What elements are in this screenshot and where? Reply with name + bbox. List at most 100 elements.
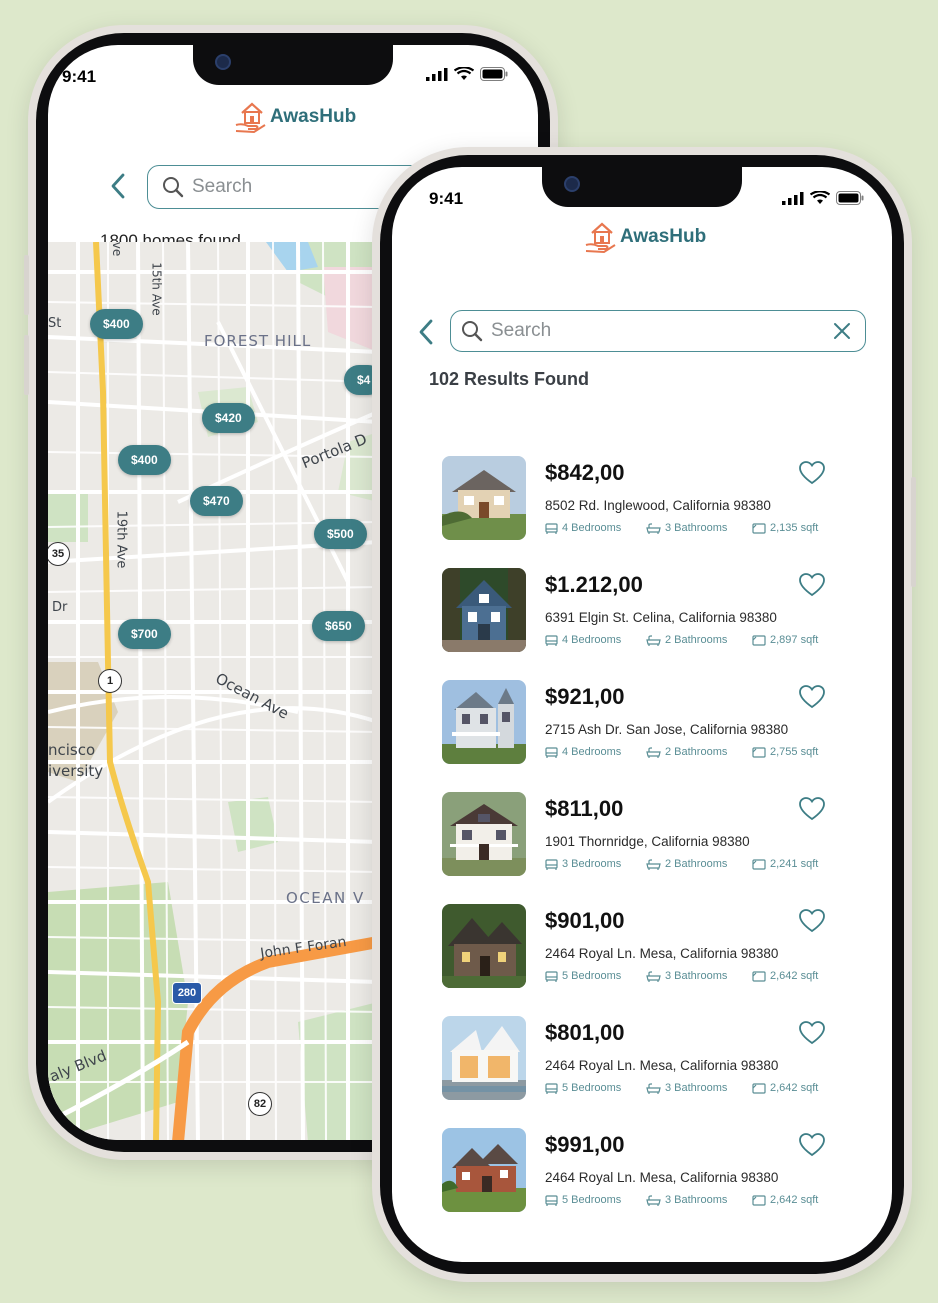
status-time: 9:41	[62, 67, 97, 86]
house-blue-cottage-photo[interactable]	[442, 568, 526, 652]
bathtub-icon	[646, 746, 661, 758]
house-craftsman-photo[interactable]	[442, 456, 526, 540]
listing-address: 1901 Thornridge, California 98380	[545, 834, 750, 849]
listing-card[interactable]: $921,00 2715 Ash Dr. San Jose, Californi…	[442, 680, 842, 770]
phone-side-button	[911, 477, 916, 587]
area-icon	[752, 1082, 766, 1094]
listing-card[interactable]: $901,00 2464 Royal Ln. Mesa, California …	[442, 904, 842, 994]
listing-card[interactable]: $1.212,00 6391 Elgin St. Celina, Califor…	[442, 568, 842, 658]
listing-features: 4 Bedrooms 2 Bathrooms 2,897 sqft	[545, 634, 818, 646]
listing-address: 2464 Royal Ln. Mesa, California 98380	[545, 1170, 779, 1185]
bathrooms-count: 2 Bathrooms	[665, 858, 728, 870]
house-victorian-photo[interactable]	[442, 680, 526, 764]
search-input[interactable]: Search	[450, 310, 866, 352]
bedrooms-count: 4 Bedrooms	[562, 746, 622, 758]
listing-card[interactable]: $801,00 2464 Royal Ln. Mesa, California …	[442, 1016, 842, 1106]
listing-card[interactable]: $842,00 8502 Rd. Inglewood, California 9…	[442, 456, 842, 546]
favorite-heart-icon[interactable]	[798, 1020, 826, 1046]
bedrooms-count: 5 Bedrooms	[562, 1194, 622, 1206]
notch	[542, 167, 742, 207]
wifi-icon	[454, 67, 474, 80]
area-icon	[752, 634, 766, 646]
listing-features: 5 Bedrooms 3 Bathrooms 2,642 sqft	[545, 970, 818, 982]
brand-name: AwasHub	[270, 106, 357, 127]
phone-list-view: 9:41 AwasHub Search 102 Results Found $8	[372, 147, 916, 1282]
listing-features: 3 Bedrooms 2 Bathrooms 2,241 sqft	[545, 858, 818, 870]
listing-features: 4 Bedrooms 3 Bathrooms 2,135 sqft	[545, 522, 818, 534]
status-time: 9:41	[429, 189, 464, 208]
favorite-heart-icon[interactable]	[798, 684, 826, 710]
place-label: iversity	[48, 762, 104, 780]
bathtub-icon	[646, 858, 661, 870]
listing-price: $921,00	[545, 684, 625, 709]
bed-icon	[545, 634, 558, 646]
back-arrow-icon[interactable]	[418, 319, 434, 345]
list-screen: 9:41 AwasHub Search 102 Results Found $8	[392, 167, 892, 1262]
area-icon	[752, 1194, 766, 1206]
house-white-porch-photo[interactable]	[442, 792, 526, 876]
search-placeholder: Search	[491, 320, 552, 341]
bathtub-icon	[646, 522, 661, 534]
bathtub-icon	[646, 970, 661, 982]
area-size: 2,897 sqft	[770, 634, 819, 646]
area-icon	[752, 970, 766, 982]
price-pin[interactable]: $500	[314, 519, 367, 549]
brand-name: AwasHub	[620, 226, 707, 247]
highway-shield-1: 1	[98, 669, 122, 693]
search-icon	[163, 177, 184, 198]
price-pin[interactable]: $400	[118, 445, 171, 475]
favorite-heart-icon[interactable]	[798, 1132, 826, 1158]
signal-icon	[426, 67, 448, 81]
clear-icon[interactable]	[833, 322, 851, 340]
favorite-heart-icon[interactable]	[798, 460, 826, 486]
bedrooms-count: 5 Bedrooms	[562, 1082, 622, 1094]
listing-features: 4 Bedrooms 2 Bathrooms 2,755 sqft	[545, 746, 818, 758]
neighborhood-label: FOREST HILL	[204, 332, 312, 350]
place-label: ncisco	[48, 741, 96, 759]
house-stone-cottage-photo[interactable]	[442, 904, 526, 988]
price-pin[interactable]: $400	[90, 309, 143, 339]
status-icons	[426, 67, 508, 81]
listing-address: 8502 Rd. Inglewood, California 98380	[545, 498, 771, 513]
listing-card[interactable]: $991,00 2464 Royal Ln. Mesa, California …	[442, 1128, 842, 1218]
wifi-icon	[810, 191, 830, 204]
house-modern-photo[interactable]	[442, 1016, 526, 1100]
bedrooms-count: 4 Bedrooms	[562, 634, 622, 646]
camera-icon	[564, 176, 580, 192]
battery-icon	[836, 191, 864, 205]
bedrooms-count: 5 Bedrooms	[562, 970, 622, 982]
street-label: 15th Ave	[149, 262, 164, 316]
price-pin[interactable]: $470	[190, 486, 243, 516]
street-label: 19th Ave	[113, 510, 129, 569]
favorite-heart-icon[interactable]	[798, 908, 826, 934]
price-pin[interactable]: $700	[118, 619, 171, 649]
listing-card[interactable]: $811,00 1901 Thornridge, California 9838…	[442, 792, 842, 882]
favorite-heart-icon[interactable]	[798, 572, 826, 598]
bed-icon	[545, 522, 558, 534]
favorite-heart-icon[interactable]	[798, 796, 826, 822]
bed-icon	[545, 1082, 558, 1094]
bathrooms-count: 3 Bathrooms	[665, 970, 728, 982]
back-arrow-icon[interactable]	[110, 173, 126, 199]
area-size: 2,642 sqft	[770, 1194, 819, 1206]
area-size: 2,755 sqft	[770, 746, 819, 758]
listing-address: 2715 Ash Dr. San Jose, California 98380	[545, 722, 789, 737]
area-size: 2,135 sqft	[770, 522, 819, 534]
bed-icon	[545, 858, 558, 870]
brand-logo: AwasHub	[584, 219, 706, 255]
listing-address: 6391 Elgin St. Celina, California 98380	[545, 610, 777, 625]
listing-features: 5 Bedrooms 3 Bathrooms 2,642 sqft	[545, 1082, 818, 1094]
listing-price: $801,00	[545, 1020, 625, 1045]
street-label: ve	[110, 242, 125, 257]
bed-icon	[545, 1194, 558, 1206]
phone-side-button	[24, 255, 29, 315]
listing-price: $811,00	[545, 796, 624, 821]
interstate-shield-280: 280	[172, 982, 202, 1004]
listing-price: $1.212,00	[545, 572, 643, 597]
bathtub-icon	[646, 1194, 661, 1206]
price-pin[interactable]: $650	[312, 611, 365, 641]
price-pin[interactable]: $420	[202, 403, 255, 433]
battery-icon	[480, 67, 508, 81]
listing-price: $991,00	[545, 1132, 625, 1157]
house-brick-photo[interactable]	[442, 1128, 526, 1212]
